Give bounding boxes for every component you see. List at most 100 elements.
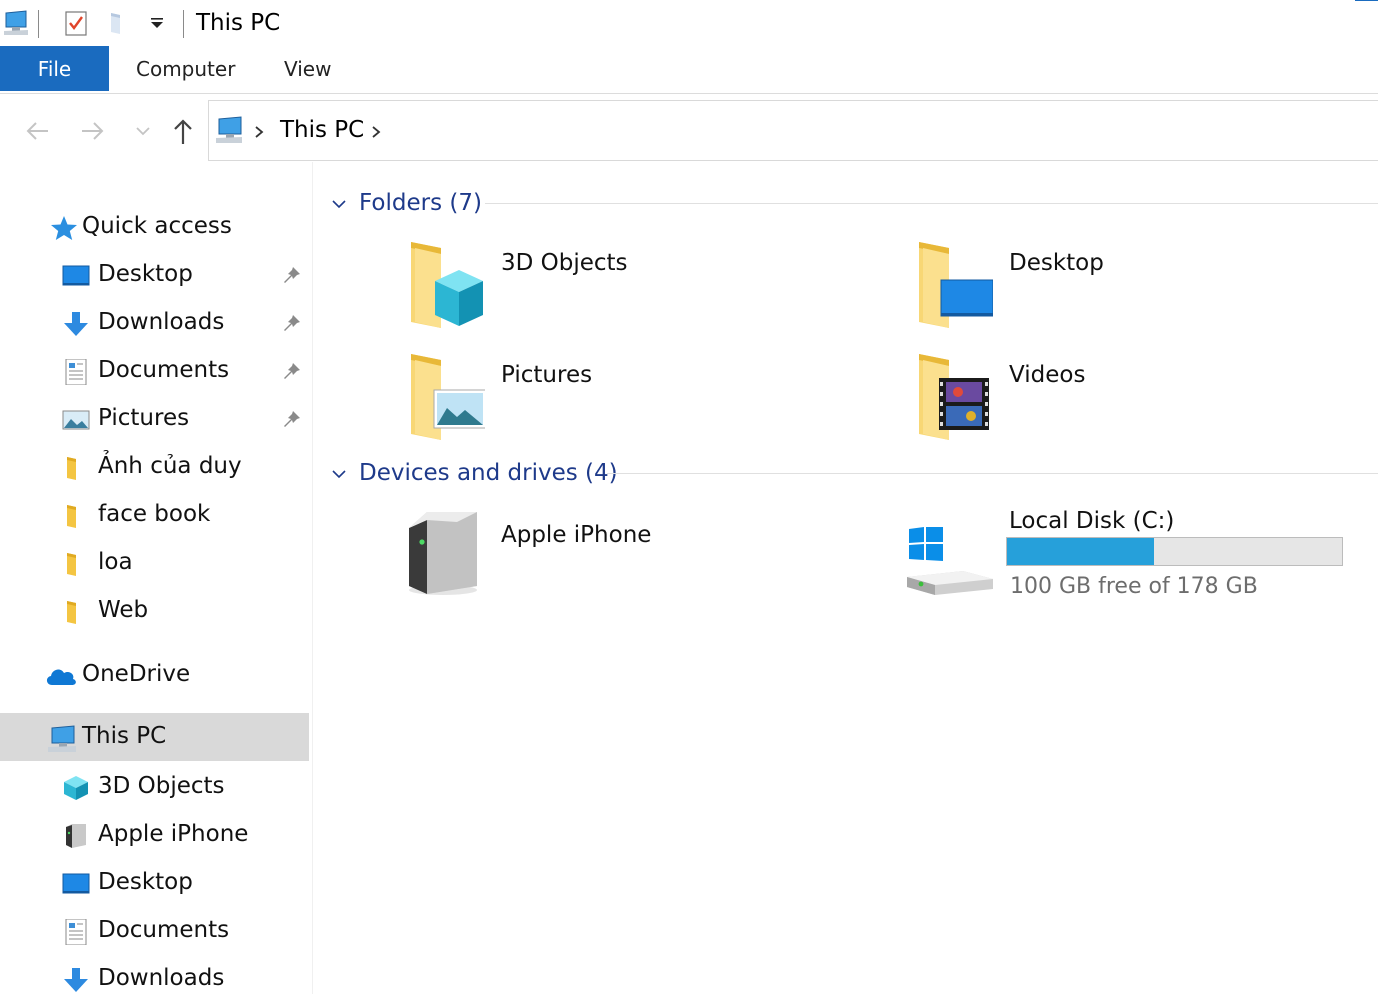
device-tile-apple-iphone[interactable]: Apple iPhone [405,508,865,603]
desktop-icon [62,871,90,897]
folder-3d-objects-icon [405,240,485,330]
window-title: This PC [196,10,281,36]
group-divider [607,473,1378,474]
chevron-down-icon [136,127,150,136]
address-bar[interactable] [208,100,1378,161]
sidebar-item-3d-objects[interactable]: 3D Objects [0,763,309,811]
sidebar-item-label: Desktop [98,869,193,895]
pin-icon[interactable] [282,313,302,333]
folder-icon [62,455,90,481]
sidebar-item-label: Desktop [98,261,193,287]
folders-collapse-chevron-icon[interactable] [330,195,348,217]
windows-drive-icon [905,525,995,599]
drive-usage-fill [1007,538,1154,565]
sidebar-item-documents-pc[interactable]: Documents [0,907,309,955]
new-folder-icon[interactable] [108,10,132,36]
cloud-icon [44,663,78,689]
breadcrumb-this-pc[interactable]: This PC [280,117,364,143]
sidebar-item-label: Documents [98,917,230,943]
sidebar-item-documents[interactable]: Documents [0,347,309,395]
up-arrow-icon [174,119,192,144]
sidebar-item-apple-iphone[interactable]: Apple iPhone [0,811,309,859]
sidebar-item-label: Web [98,597,149,623]
sidebar-item-quick-access[interactable]: Quick access [0,203,309,251]
tab-view[interactable]: View [284,57,331,81]
tab-file[interactable]: File [0,46,109,91]
computer-icon [46,725,78,752]
breadcrumb-chevron-icon[interactable] [369,124,383,140]
folders-group-header[interactable]: Folders (7) [359,190,482,216]
drive-usage-bar [1006,537,1343,566]
downloads-icon [62,311,90,337]
sidebar-item-downloads-pc[interactable]: Downloads [0,955,309,1003]
tab-computer[interactable]: Computer [136,57,235,81]
devices-group-header[interactable]: Devices and drives (4) [359,460,618,486]
recent-locations-button[interactable] [128,116,158,146]
folder-videos-icon [913,352,993,442]
device-label: Local Disk (C:) [1009,508,1175,534]
cube-icon [62,775,90,801]
this-pc-app-icon[interactable] [2,9,30,37]
folder-icon [62,551,90,577]
customize-toolbar-icon[interactable] [148,16,166,32]
star-icon [50,215,78,241]
pin-icon[interactable] [282,361,302,381]
group-divider [485,203,1378,204]
pane-divider[interactable] [312,162,313,994]
documents-icon [62,918,90,946]
sidebar-item-face-book[interactable]: face book [0,491,309,539]
sidebar-item-loa[interactable]: loa [0,539,309,587]
folder-tile-pictures[interactable]: Pictures [405,352,865,447]
sidebar-item-downloads[interactable]: Downloads [0,299,309,347]
properties-icon[interactable] [63,9,89,37]
devices-collapse-chevron-icon[interactable] [330,465,348,487]
folder-desktop-icon [913,240,994,330]
sidebar-item-label: OneDrive [82,661,191,687]
sidebar-item-label: Quick access [82,213,232,239]
sidebar-item-desktop-pc[interactable]: Desktop [0,859,309,907]
sidebar-item-label: 3D Objects [98,773,225,799]
back-arrow-icon [26,122,48,140]
drive-free-space-text: 100 GB free of 178 GB [1010,574,1258,599]
folder-label: Desktop [1009,250,1104,276]
breadcrumb-separator-icon[interactable] [252,124,266,140]
sidebar-item-label: Ảnh của duy [98,453,242,479]
forward-button[interactable] [78,116,108,146]
sidebar-item-label: Downloads [98,309,225,335]
sidebar-item-label: This PC [82,723,167,749]
pictures-icon [62,407,90,433]
sidebar-item-anh-cua-duy[interactable]: Ảnh của duy [0,443,309,491]
folder-icon [62,503,90,529]
sidebar-item-label: Documents [98,357,230,383]
title-bar: This PC [0,0,1378,46]
up-button[interactable] [168,116,198,146]
portable-device-icon [405,508,481,598]
sidebar-item-web[interactable]: Web [0,587,309,635]
sidebar-item-onedrive[interactable]: OneDrive [0,651,309,699]
sidebar-item-label: Apple iPhone [98,821,249,847]
documents-icon [62,358,90,386]
window-edge-accent [1355,0,1378,1]
ribbon-divider [0,93,1378,94]
sidebar-item-label: Downloads [98,965,225,991]
navigation-pane: Quick access Desktop Downloads Documents [0,162,312,994]
folder-tile-desktop[interactable]: Desktop [913,240,1353,335]
folder-label: Pictures [501,362,593,388]
sidebar-item-label: Pictures [98,405,190,431]
sidebar-item-this-pc[interactable]: This PC [0,713,309,761]
back-button[interactable] [22,116,52,146]
folder-tile-3d-objects[interactable]: 3D Objects [405,240,865,335]
folder-pictures-icon [405,352,487,442]
sidebar-item-pictures[interactable]: Pictures [0,395,309,443]
pin-icon[interactable] [282,265,302,285]
pin-icon[interactable] [282,409,302,429]
sidebar-item-label: loa [98,549,133,575]
sidebar-item-label: face book [98,501,211,527]
folder-icon [62,599,90,625]
sidebar-item-desktop[interactable]: Desktop [0,251,309,299]
folder-tile-videos[interactable]: Videos [913,352,1353,447]
computer-icon [214,116,244,144]
folder-label: Videos [1009,362,1086,388]
device-label: Apple iPhone [501,522,652,548]
device-icon [62,823,90,849]
